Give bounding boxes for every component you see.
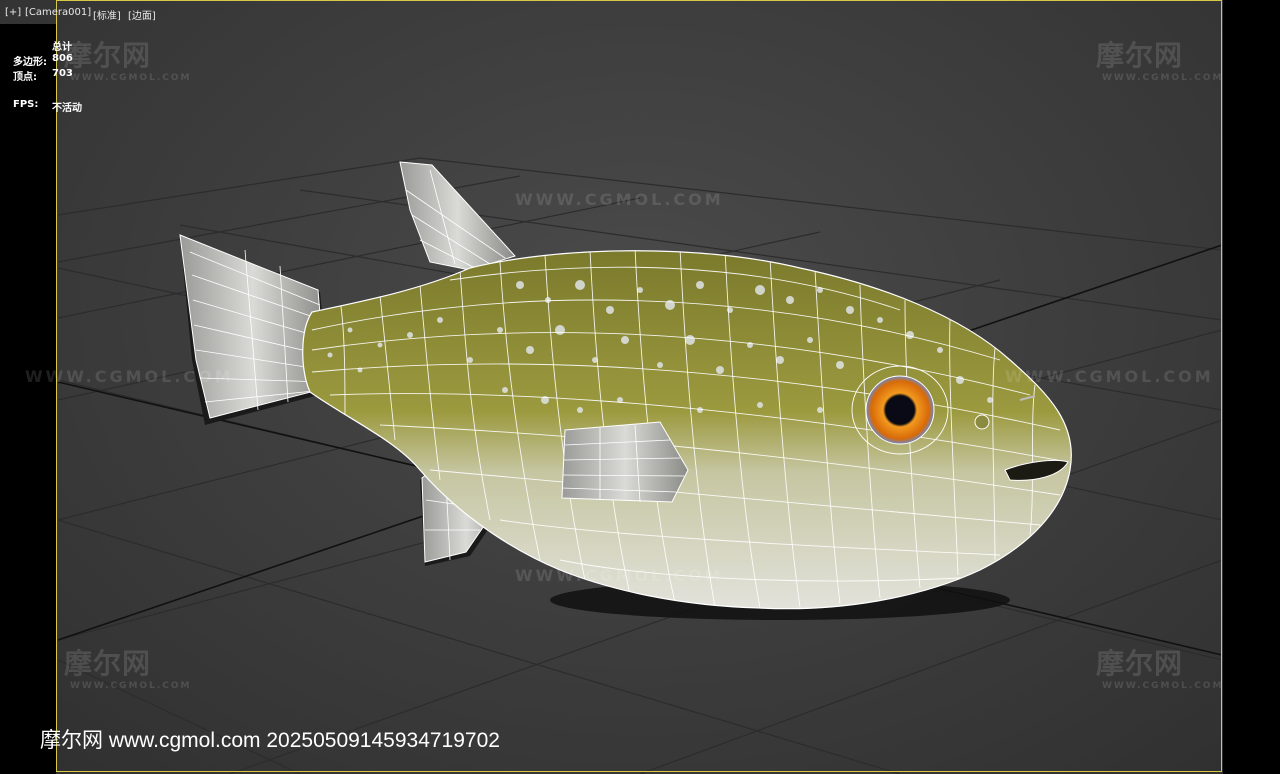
bottom-watermark-text: 摩尔网 www.cgmol.com 20250509145934719702 bbox=[40, 729, 500, 752]
watermark-logo-sub: WWW.CGMOL.COM bbox=[70, 73, 192, 83]
watermark-url: WWW.CGMOL.COM bbox=[515, 566, 724, 585]
scene-render bbox=[5, 157, 1223, 774]
stats-polygons-label: 多边形: bbox=[13, 57, 47, 68]
watermark-logo: 摩尔网 bbox=[64, 647, 152, 680]
viewport-shading-label[interactable]: [标准] bbox=[93, 7, 121, 22]
watermark-logo: 摩尔网 bbox=[1096, 39, 1184, 72]
watermark-logo-sub: WWW.CGMOL.COM bbox=[1102, 681, 1224, 691]
stats-fps-label: FPS: bbox=[13, 99, 39, 110]
stats-fps-value: 不活动 bbox=[52, 103, 82, 114]
watermark-url: WWW.CGMOL.COM bbox=[25, 367, 234, 386]
watermark-url: WWW.CGMOL.COM bbox=[1005, 367, 1214, 386]
watermark-logo-sub: WWW.CGMOL.COM bbox=[70, 681, 192, 691]
dorsal-fin bbox=[399, 161, 516, 271]
watermark-logo: 摩尔网 bbox=[1096, 647, 1184, 680]
viewport-menu-plus[interactable]: [+] bbox=[5, 7, 21, 18]
watermark-url: WWW.CGMOL.COM bbox=[515, 190, 724, 209]
watermark-logo: 摩尔网 bbox=[64, 39, 152, 72]
stats-vertices-label: 顶点: bbox=[13, 72, 37, 83]
viewport-display-label[interactable]: [边面] bbox=[128, 7, 156, 22]
viewport-camera-label[interactable]: [Camera001] bbox=[25, 7, 91, 18]
right-panel-strip bbox=[1223, 0, 1280, 774]
camera-viewport[interactable]: [+] [Camera001] [标准] [边面] 总计 多边形: 806 顶点… bbox=[0, 0, 1280, 774]
fish-body bbox=[302, 250, 1072, 610]
left-panel-strip bbox=[0, 24, 56, 774]
watermark-logo-sub: WWW.CGMOL.COM bbox=[1102, 73, 1224, 83]
